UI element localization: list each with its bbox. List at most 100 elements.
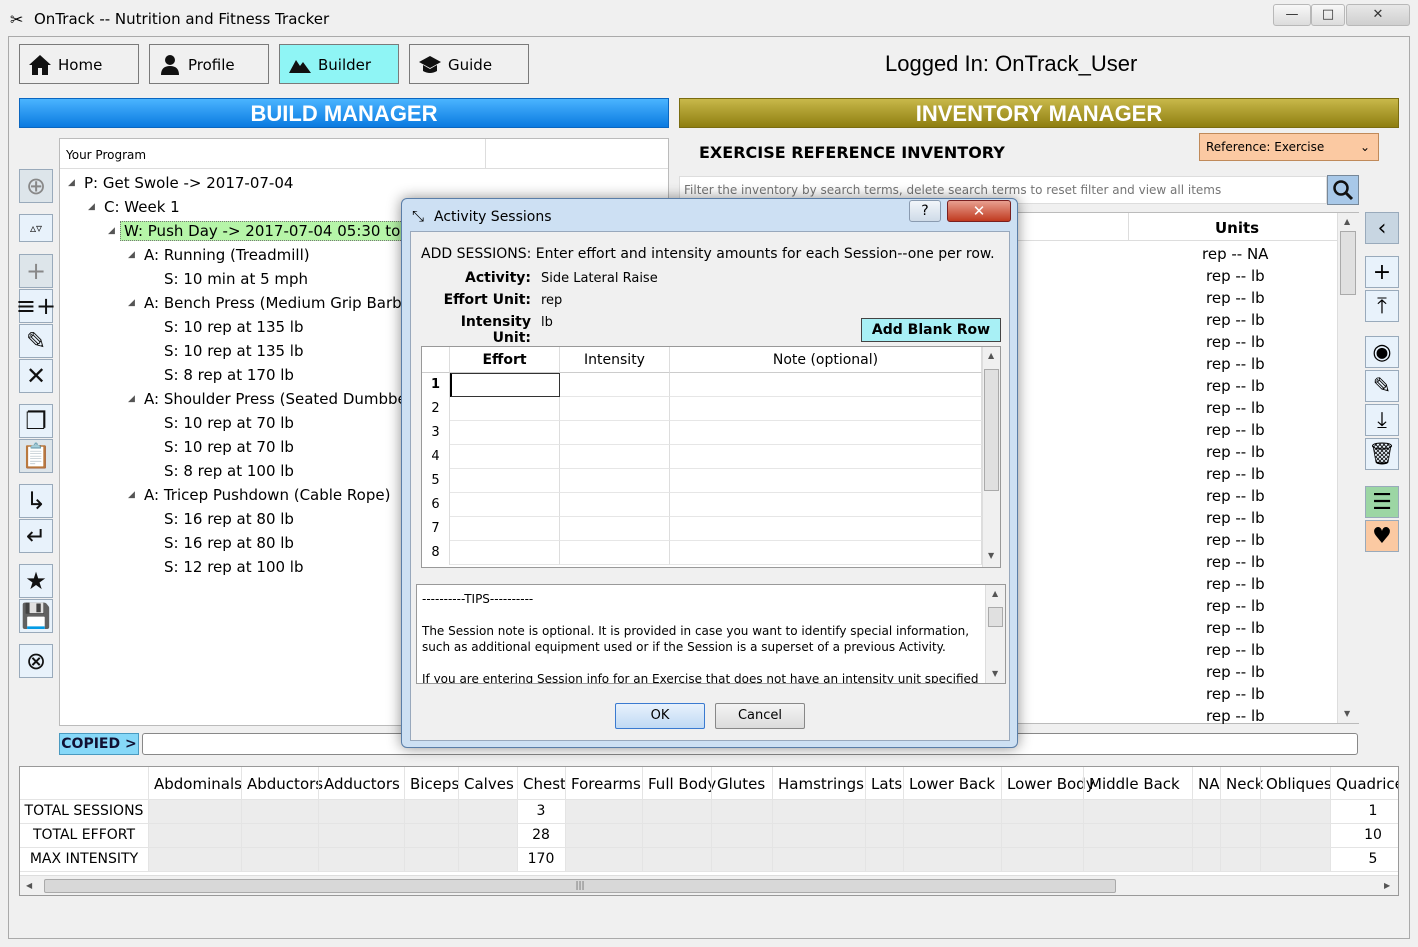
row-label-total-sessions: TOTAL SESSIONS — [24, 803, 144, 819]
tree-node-activity[interactable]: A: Running (Treadmill) — [144, 246, 310, 264]
help-button[interactable]: ? — [909, 200, 941, 222]
home-button[interactable]: Home — [19, 44, 139, 84]
collapse-triangle-icon[interactable]: ◢ — [128, 298, 135, 308]
collapse-triangle-icon[interactable]: ◢ — [108, 226, 115, 236]
builder-button[interactable]: Builder — [279, 44, 399, 84]
tips-scrollbar[interactable]: ▲ ▼ — [985, 585, 1005, 683]
tree-column-header: Your Program — [66, 148, 147, 162]
delete-tool[interactable]: ✕ — [19, 359, 53, 393]
pencil-icon: ✎ — [1372, 373, 1392, 399]
intensity-cell[interactable] — [560, 373, 670, 397]
tree-node-session[interactable]: S: 10 rep at 70 lb — [164, 438, 294, 456]
collapse-triangle-icon[interactable]: ◢ — [128, 394, 135, 404]
tree-node-session[interactable]: S: 10 rep at 70 lb — [164, 414, 294, 432]
close-window-button[interactable]: ✕ — [1346, 4, 1410, 26]
save-tool[interactable]: 💾 — [19, 599, 53, 633]
tree-node-activity[interactable]: A: Bench Press (Medium Grip Barbell) — [144, 294, 425, 312]
dialog-close-button[interactable]: ✕ — [947, 200, 1011, 222]
tree-node-workout-selected[interactable]: W: Push Day -> 2017-07-04 05:30 to 2017 — [120, 221, 448, 241]
outdent-tool[interactable]: ↵ — [19, 519, 53, 553]
cancel-button[interactable]: Cancel — [715, 703, 805, 729]
minimize-button[interactable]: — — [1273, 4, 1311, 26]
scroll-thumb[interactable]: ||| — [44, 879, 1116, 893]
tree-node-session[interactable]: S: 12 rep at 100 lb — [164, 558, 303, 576]
add-circle-tool[interactable]: ⊕ — [19, 169, 53, 203]
view-tool[interactable]: ◉ — [1365, 336, 1399, 368]
tree-node-session[interactable]: S: 8 rep at 100 lb — [164, 462, 294, 480]
list-view-tool[interactable]: ☰ — [1365, 486, 1399, 518]
effort-cell[interactable] — [450, 493, 560, 517]
add-blank-row-button[interactable]: Add Blank Row — [861, 318, 1001, 342]
collapse-triangle-icon[interactable]: ◢ — [88, 202, 95, 212]
add-inventory-tool[interactable]: + — [1365, 256, 1399, 288]
note-cell[interactable] — [670, 493, 982, 517]
intensity-cell[interactable] — [560, 517, 670, 541]
move-up-down-tool[interactable]: ▵▿ — [19, 214, 53, 242]
effort-cell[interactable] — [450, 373, 560, 397]
units-cell: rep -- lb — [1206, 487, 1265, 505]
stats-horizontal-scrollbar[interactable]: ◀ ||| ▶ — [20, 875, 1398, 895]
effort-cell[interactable] — [450, 397, 560, 421]
effort-cell[interactable] — [450, 469, 560, 493]
collapse-triangle-icon[interactable]: ◢ — [128, 250, 135, 260]
upload-tool[interactable]: ⤒ — [1365, 290, 1399, 322]
reference-select[interactable]: Reference: Exercise ⌄ — [1199, 133, 1379, 161]
effort-cell[interactable] — [450, 421, 560, 445]
tree-node-session[interactable]: S: 10 rep at 135 lb — [164, 318, 303, 336]
intensity-cell[interactable] — [560, 397, 670, 421]
edit-inventory-tool[interactable]: ✎ — [1365, 370, 1399, 402]
add-item-tool[interactable]: + — [19, 254, 53, 288]
effort-cell[interactable] — [450, 517, 560, 541]
note-cell[interactable] — [670, 469, 982, 493]
indent-tool[interactable]: ↳ — [19, 484, 53, 518]
download-tool[interactable]: ⤓ — [1365, 404, 1399, 436]
muscle-column-header: Abdominals — [154, 775, 242, 793]
edit-tool[interactable]: ✎ — [19, 324, 53, 358]
note-cell[interactable] — [670, 445, 982, 469]
grid-scrollbar[interactable]: ▲ ▼ — [982, 347, 1000, 567]
favorites-tool[interactable]: ♥ — [1365, 520, 1399, 552]
copy-tool[interactable]: ❐ — [19, 404, 53, 438]
tree-node-session[interactable]: S: 16 rep at 80 lb — [164, 510, 294, 528]
chevron-down-icon: ⌄ — [1359, 140, 1370, 154]
collapse-triangle-icon[interactable]: ◢ — [128, 490, 135, 500]
paste-tool[interactable]: 📋 — [19, 439, 53, 473]
effort-cell[interactable] — [450, 541, 560, 565]
tree-node-cycle[interactable]: C: Week 1 — [104, 198, 180, 216]
tips-box[interactable]: ----------TIPS---------- The Session not… — [416, 584, 1006, 684]
note-cell[interactable] — [670, 517, 982, 541]
muscle-column-header: Glutes — [717, 775, 766, 793]
guide-button[interactable]: Guide — [409, 44, 529, 84]
collapse-triangle-icon[interactable]: ◢ — [68, 178, 75, 188]
note-cell[interactable] — [670, 541, 982, 565]
tree-node-session[interactable]: S: 10 rep at 135 lb — [164, 342, 303, 360]
intensity-cell[interactable] — [560, 421, 670, 445]
intensity-cell[interactable] — [560, 445, 670, 469]
add-list-tool[interactable]: ≡+ — [16, 289, 56, 323]
note-cell[interactable] — [670, 397, 982, 421]
tree-node-activity[interactable]: A: Tricep Pushdown (Cable Rope) — [144, 486, 390, 504]
tree-node-session[interactable]: S: 16 rep at 80 lb — [164, 534, 294, 552]
profile-button[interactable]: Profile — [149, 44, 269, 84]
intensity-cell[interactable] — [560, 469, 670, 493]
intensity-cell[interactable] — [560, 541, 670, 565]
tree-node-session[interactable]: S: 10 min at 5 mph — [164, 270, 308, 288]
intensity-cell[interactable] — [560, 493, 670, 517]
sessions-grid[interactable]: Effort Intensity Note (optional) 1234567… — [421, 346, 1001, 568]
note-cell[interactable] — [670, 373, 982, 397]
effort-unit-label: Effort Unit: — [443, 292, 531, 308]
tree-node-program[interactable]: P: Get Swole -> 2017-07-04 — [84, 174, 293, 192]
note-cell[interactable] — [670, 421, 982, 445]
inventory-scrollbar[interactable]: ▲ ▼ — [1337, 213, 1359, 723]
tree-node-session[interactable]: S: 8 rep at 170 lb — [164, 366, 294, 384]
maximize-button[interactable]: □ — [1311, 4, 1345, 26]
collapse-panel-tool[interactable]: ‹ — [1365, 212, 1399, 244]
search-button[interactable] — [1327, 175, 1359, 205]
tree-node-activity[interactable]: A: Shoulder Press (Seated Dumbbell) — [144, 390, 421, 408]
ok-button[interactable]: OK — [615, 703, 705, 729]
close-program-tool[interactable]: ⊗ — [19, 644, 53, 678]
effort-cell[interactable] — [450, 445, 560, 469]
favorite-tool[interactable]: ★ — [19, 564, 53, 598]
delete-inventory-tool[interactable]: 🗑 — [1365, 438, 1399, 470]
plus-circle-icon: ⊕ — [25, 172, 47, 200]
